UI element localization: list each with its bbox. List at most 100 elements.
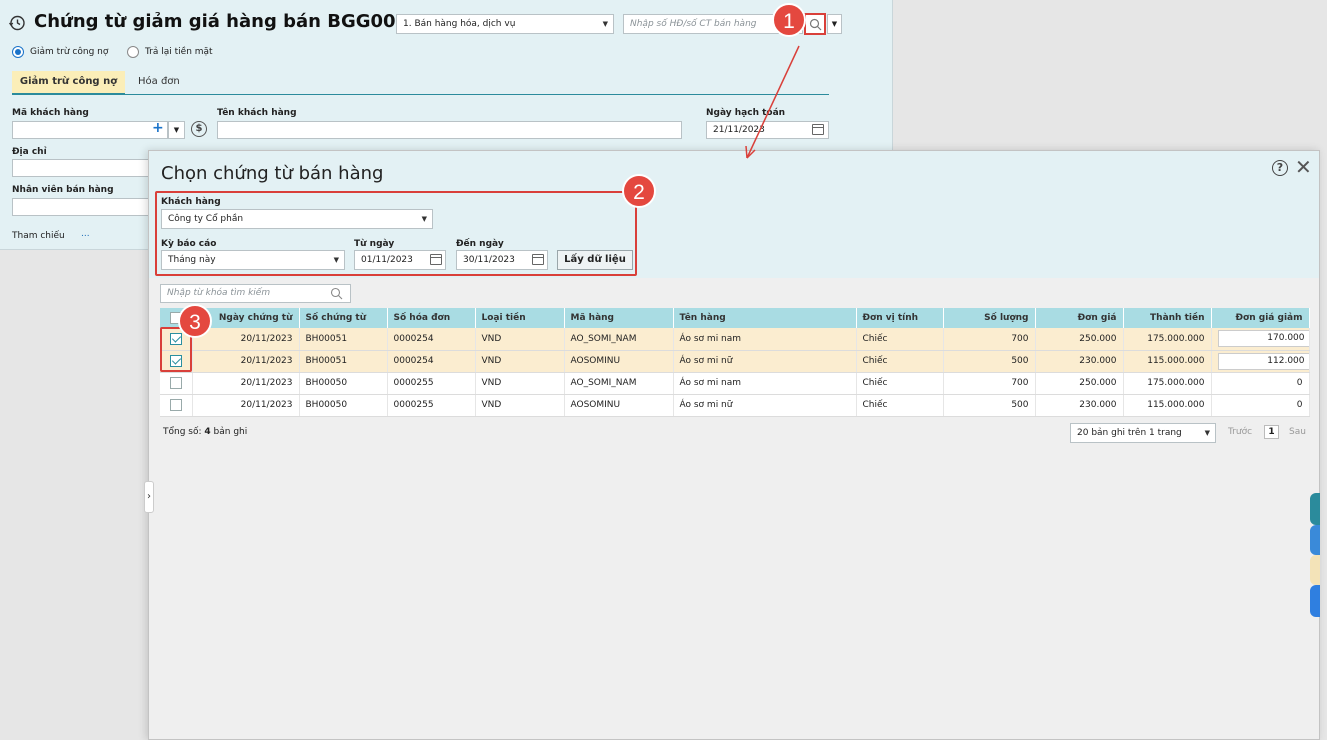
col-invoice-number[interactable]: Số hóa đơn — [387, 308, 476, 328]
row-select-cell[interactable] — [160, 372, 193, 395]
voucher-type-select[interactable]: 1. Bán hàng hóa, dịch vụ ▼ — [396, 14, 614, 34]
cell-voucher-link[interactable]: BH00051 — [299, 350, 388, 373]
voucher-type-value: 1. Bán hàng hóa, dịch vụ — [403, 19, 516, 29]
posting-date-input[interactable]: 21/11/2023 — [706, 121, 829, 139]
cell-amount: 175.000.000 — [1123, 372, 1212, 395]
table-header-row: Ngày chứng từ Số chứng từ Số hóa đơn Loạ… — [160, 308, 1310, 328]
col-unit[interactable]: Đơn vị tính — [856, 308, 944, 328]
tab-debt-deduction[interactable]: Giảm trừ công nợ — [12, 71, 125, 95]
row-checkbox[interactable] — [169, 399, 182, 411]
cell-item-code: AOSOMINU — [564, 394, 674, 417]
salesperson-label: Nhân viên bán hàng — [12, 185, 114, 195]
chevron-down-icon: ▼ — [1204, 429, 1210, 437]
table-row[interactable]: 20/11/2023 BH00050 0000255 VND AO_SOMI_N… — [160, 372, 1310, 395]
invoice-search-button[interactable] — [804, 13, 826, 35]
side-tab-yellow[interactable] — [1310, 555, 1320, 585]
calendar-icon[interactable] — [812, 124, 824, 135]
cell-item-name: Áo sơ mi nữ — [673, 350, 857, 373]
col-voucher-number[interactable]: Số chứng từ — [299, 308, 388, 328]
step-2-badge: 2 — [622, 174, 656, 208]
posting-date-value: 21/11/2023 — [713, 125, 765, 135]
cell-voucher-link[interactable]: BH00050 — [299, 394, 388, 417]
tab-underline — [12, 94, 829, 95]
current-page[interactable]: 1 — [1264, 425, 1279, 439]
cell-quantity: 500 — [943, 394, 1036, 417]
cell-unit: Chiếc — [856, 328, 944, 351]
cell-item-name: Áo sơ mi nam — [673, 372, 857, 395]
cell-unit-price: 250.000 — [1035, 372, 1124, 395]
cell-voucher-link[interactable]: BH00051 — [299, 328, 388, 351]
keyword-search-placeholder: Nhập từ khóa tìm kiếm — [167, 288, 271, 298]
page-size-select[interactable]: 20 bản ghi trên 1 trang ▼ — [1070, 423, 1216, 443]
salesperson-input[interactable] — [12, 198, 152, 216]
cell-unit-price: 230.000 — [1035, 350, 1124, 373]
page-title: Chứng từ giảm giá hàng bán BGG00001 — [34, 11, 434, 32]
customer-code-input[interactable] — [12, 121, 168, 139]
cell-currency: VND — [475, 394, 565, 417]
table-row[interactable]: 20/11/2023 BH00050 0000255 VND AOSOMINU … — [160, 394, 1310, 417]
cell-invoice: 0000255 — [387, 372, 476, 395]
customer-code-dropdown[interactable]: ▼ — [168, 121, 185, 139]
side-tab-teal[interactable] — [1310, 493, 1320, 525]
cell-discount[interactable]: 0 — [1211, 372, 1310, 395]
customer-name-label: Tên khách hàng — [217, 108, 297, 118]
history-icon[interactable] — [8, 14, 26, 32]
prev-page-button[interactable]: Trước — [1228, 427, 1252, 437]
customer-name-input[interactable] — [217, 121, 682, 139]
col-quantity[interactable]: Số lượng — [943, 308, 1036, 328]
table-row[interactable]: 20/11/2023 BH00051 0000254 VND AOSOMINU … — [160, 350, 1310, 373]
table-row[interactable]: 20/11/2023 BH00051 0000254 VND AO_SOMI_N… — [160, 328, 1310, 351]
tab-invoice[interactable]: Hóa đơn — [138, 71, 180, 95]
dialog-title: Chọn chứng từ bán hàng — [161, 163, 384, 184]
address-input[interactable] — [12, 159, 152, 177]
cell-quantity: 500 — [943, 350, 1036, 373]
cell-discount[interactable]: 170.000 — [1211, 328, 1310, 351]
step-3-badge: 3 — [178, 304, 212, 338]
help-icon[interactable]: ? — [1272, 160, 1288, 176]
next-page-button[interactable]: Sau — [1289, 427, 1306, 437]
total-records: Tổng số: 4 bản ghi — [163, 427, 247, 437]
discount-price-input[interactable]: 112.000 — [1217, 352, 1308, 370]
total-suffix: bản ghi — [213, 427, 248, 437]
radio-debt-deduction[interactable] — [12, 46, 24, 58]
cell-discount[interactable]: 0 — [1211, 394, 1310, 417]
col-amount[interactable]: Thành tiền — [1123, 308, 1212, 328]
add-icon[interactable]: + — [152, 120, 164, 136]
reference-more-link[interactable]: ... — [81, 229, 90, 239]
side-tab-blue[interactable] — [1310, 525, 1320, 555]
total-count: 4 — [204, 427, 211, 437]
reference-label: Tham chiếu — [12, 231, 65, 241]
filter-highlight-box — [155, 191, 637, 276]
cell-amount: 115.000.000 — [1123, 394, 1212, 417]
side-tab-blue-2[interactable] — [1310, 585, 1320, 617]
select-sales-voucher-dialog: Chọn chứng từ bán hàng ? ✕ Khách hàng Cô… — [144, 150, 1320, 740]
col-discount-price[interactable]: Đơn giá giảm — [1211, 308, 1310, 328]
page-size-value: 20 bản ghi trên 1 trang — [1077, 428, 1182, 438]
row-checkbox[interactable] — [169, 377, 182, 389]
col-item-code[interactable]: Mã hàng — [564, 308, 674, 328]
cell-date: 20/11/2023 — [192, 350, 300, 373]
cell-unit: Chiếc — [856, 350, 944, 373]
cell-item-name: Áo sơ mi nữ — [673, 394, 857, 417]
discount-price-input[interactable]: 170.000 — [1217, 330, 1308, 348]
currency-icon[interactable]: $ — [191, 121, 207, 137]
cell-voucher-link[interactable]: BH00050 — [299, 372, 388, 395]
col-currency[interactable]: Loại tiền — [475, 308, 565, 328]
col-item-name[interactable]: Tên hàng — [673, 308, 857, 328]
cell-unit: Chiếc — [856, 394, 944, 417]
cell-unit-price: 250.000 — [1035, 328, 1124, 351]
cell-quantity: 700 — [943, 328, 1036, 351]
search-icon[interactable] — [330, 287, 343, 300]
col-unit-price[interactable]: Đơn giá — [1035, 308, 1124, 328]
close-icon[interactable]: ✕ — [1295, 157, 1312, 177]
keyword-search-input[interactable]: Nhập từ khóa tìm kiếm — [160, 284, 351, 303]
radio-cash-refund[interactable] — [127, 46, 139, 58]
cell-discount[interactable]: 112.000 — [1211, 350, 1310, 373]
collapse-handle[interactable]: › — [144, 481, 154, 513]
invoice-search-placeholder: Nhập số HĐ/số CT bán hàng — [630, 19, 757, 29]
row-select-cell[interactable] — [160, 394, 193, 417]
cell-invoice: 0000254 — [387, 350, 476, 373]
cell-amount: 115.000.000 — [1123, 350, 1212, 373]
search-options-dropdown[interactable]: ▼ — [827, 14, 842, 34]
address-label: Địa chỉ — [12, 147, 47, 157]
